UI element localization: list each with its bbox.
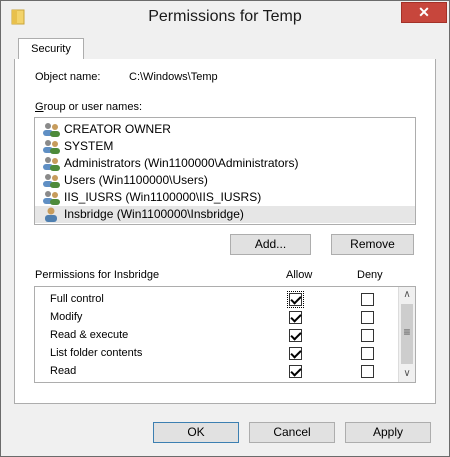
- apply-button[interactable]: Apply: [345, 422, 431, 443]
- permissions-scrollbar[interactable]: ∧ ∨: [398, 287, 415, 382]
- list-item[interactable]: Administrators (Win1100000\Administrator…: [35, 155, 415, 172]
- group-names-label-rest: roup or user names:: [43, 101, 142, 113]
- deny-checkbox[interactable]: [361, 365, 374, 378]
- allow-checkbox[interactable]: [287, 291, 304, 308]
- user-group-icon: [43, 191, 60, 205]
- allow-checkbox[interactable]: [289, 329, 302, 342]
- list-item[interactable]: SYSTEM: [35, 138, 415, 155]
- allow-checkbox[interactable]: [289, 347, 302, 360]
- allow-checkbox[interactable]: [289, 311, 302, 324]
- user-name: Users (Win1100000\Users): [64, 173, 208, 187]
- permissions-label: Permissions for Insbridge: [35, 269, 160, 281]
- cancel-button[interactable]: Cancel: [249, 422, 335, 443]
- remove-button[interactable]: Remove: [331, 234, 414, 255]
- ok-button-label: OK: [187, 425, 205, 439]
- cancel-button-label: Cancel: [273, 425, 311, 439]
- permissions-dialog: Permissions for Temp ✕ Security Object n…: [0, 0, 450, 457]
- object-name-value: C:\Windows\Temp: [129, 71, 218, 83]
- window-title: Permissions for Temp: [148, 8, 302, 25]
- list-item[interactable]: IIS_IUSRS (Win1100000\IIS_IUSRS): [35, 189, 415, 206]
- user-group-icon: [43, 174, 60, 188]
- table-row: List folder contents: [35, 344, 398, 362]
- scroll-down-icon[interactable]: ∨: [399, 366, 415, 382]
- table-row: Full control: [35, 290, 398, 308]
- list-item[interactable]: Users (Win1100000\Users): [35, 172, 415, 189]
- permission-name: List folder contents: [50, 347, 143, 359]
- deny-column-header: Deny: [357, 269, 383, 281]
- list-item-selected[interactable]: Insbridge (Win1100000\Insbridge): [35, 206, 415, 223]
- allow-checkbox[interactable]: [289, 365, 302, 378]
- title-bar: Permissions for Temp ✕: [1, 1, 449, 35]
- scroll-thumb[interactable]: [401, 304, 413, 364]
- allow-column-header: Allow: [286, 269, 313, 281]
- table-row: Read & execute: [35, 326, 398, 344]
- deny-checkbox[interactable]: [361, 347, 374, 360]
- user-list[interactable]: CREATOR OWNER SYSTEM Administrators (Win…: [34, 117, 416, 225]
- user-group-icon: [43, 123, 60, 137]
- user-group-icon: [43, 140, 60, 154]
- add-button-label: Add...: [254, 237, 287, 251]
- permission-name: Read & execute: [50, 329, 129, 341]
- permission-name: Full control: [50, 293, 104, 305]
- table-row: Modify: [35, 308, 398, 326]
- deny-checkbox[interactable]: [361, 293, 374, 306]
- list-item[interactable]: CREATOR OWNER: [35, 121, 415, 138]
- user-name: IIS_IUSRS (Win1100000\IIS_IUSRS): [64, 190, 262, 204]
- user-name: CREATOR OWNER: [64, 122, 171, 136]
- user-group-icon: [43, 157, 60, 171]
- user-name: Insbridge (Win1100000\Insbridge): [64, 207, 244, 221]
- user-name: Administrators (Win1100000\Administrator…: [64, 156, 299, 170]
- permissions-table: Full control Modify Read & execute List …: [34, 286, 416, 383]
- add-button[interactable]: Add...: [230, 234, 311, 255]
- tab-security[interactable]: Security: [18, 38, 84, 60]
- permission-name: Modify: [50, 311, 83, 323]
- user-name: SYSTEM: [64, 139, 114, 153]
- apply-button-label: Apply: [372, 425, 404, 439]
- permission-name: Read: [50, 365, 77, 377]
- deny-checkbox[interactable]: [361, 329, 374, 342]
- single-user-icon: [45, 207, 57, 222]
- remove-button-label: Remove: [350, 237, 395, 251]
- object-name-label: Object name:: [35, 71, 101, 83]
- close-button[interactable]: ✕: [401, 2, 447, 23]
- deny-checkbox[interactable]: [361, 311, 374, 324]
- scroll-up-icon[interactable]: ∧: [399, 287, 415, 303]
- ok-button[interactable]: OK: [153, 422, 239, 443]
- group-names-label: Group or user names:: [35, 101, 142, 113]
- table-row: Read: [35, 362, 398, 380]
